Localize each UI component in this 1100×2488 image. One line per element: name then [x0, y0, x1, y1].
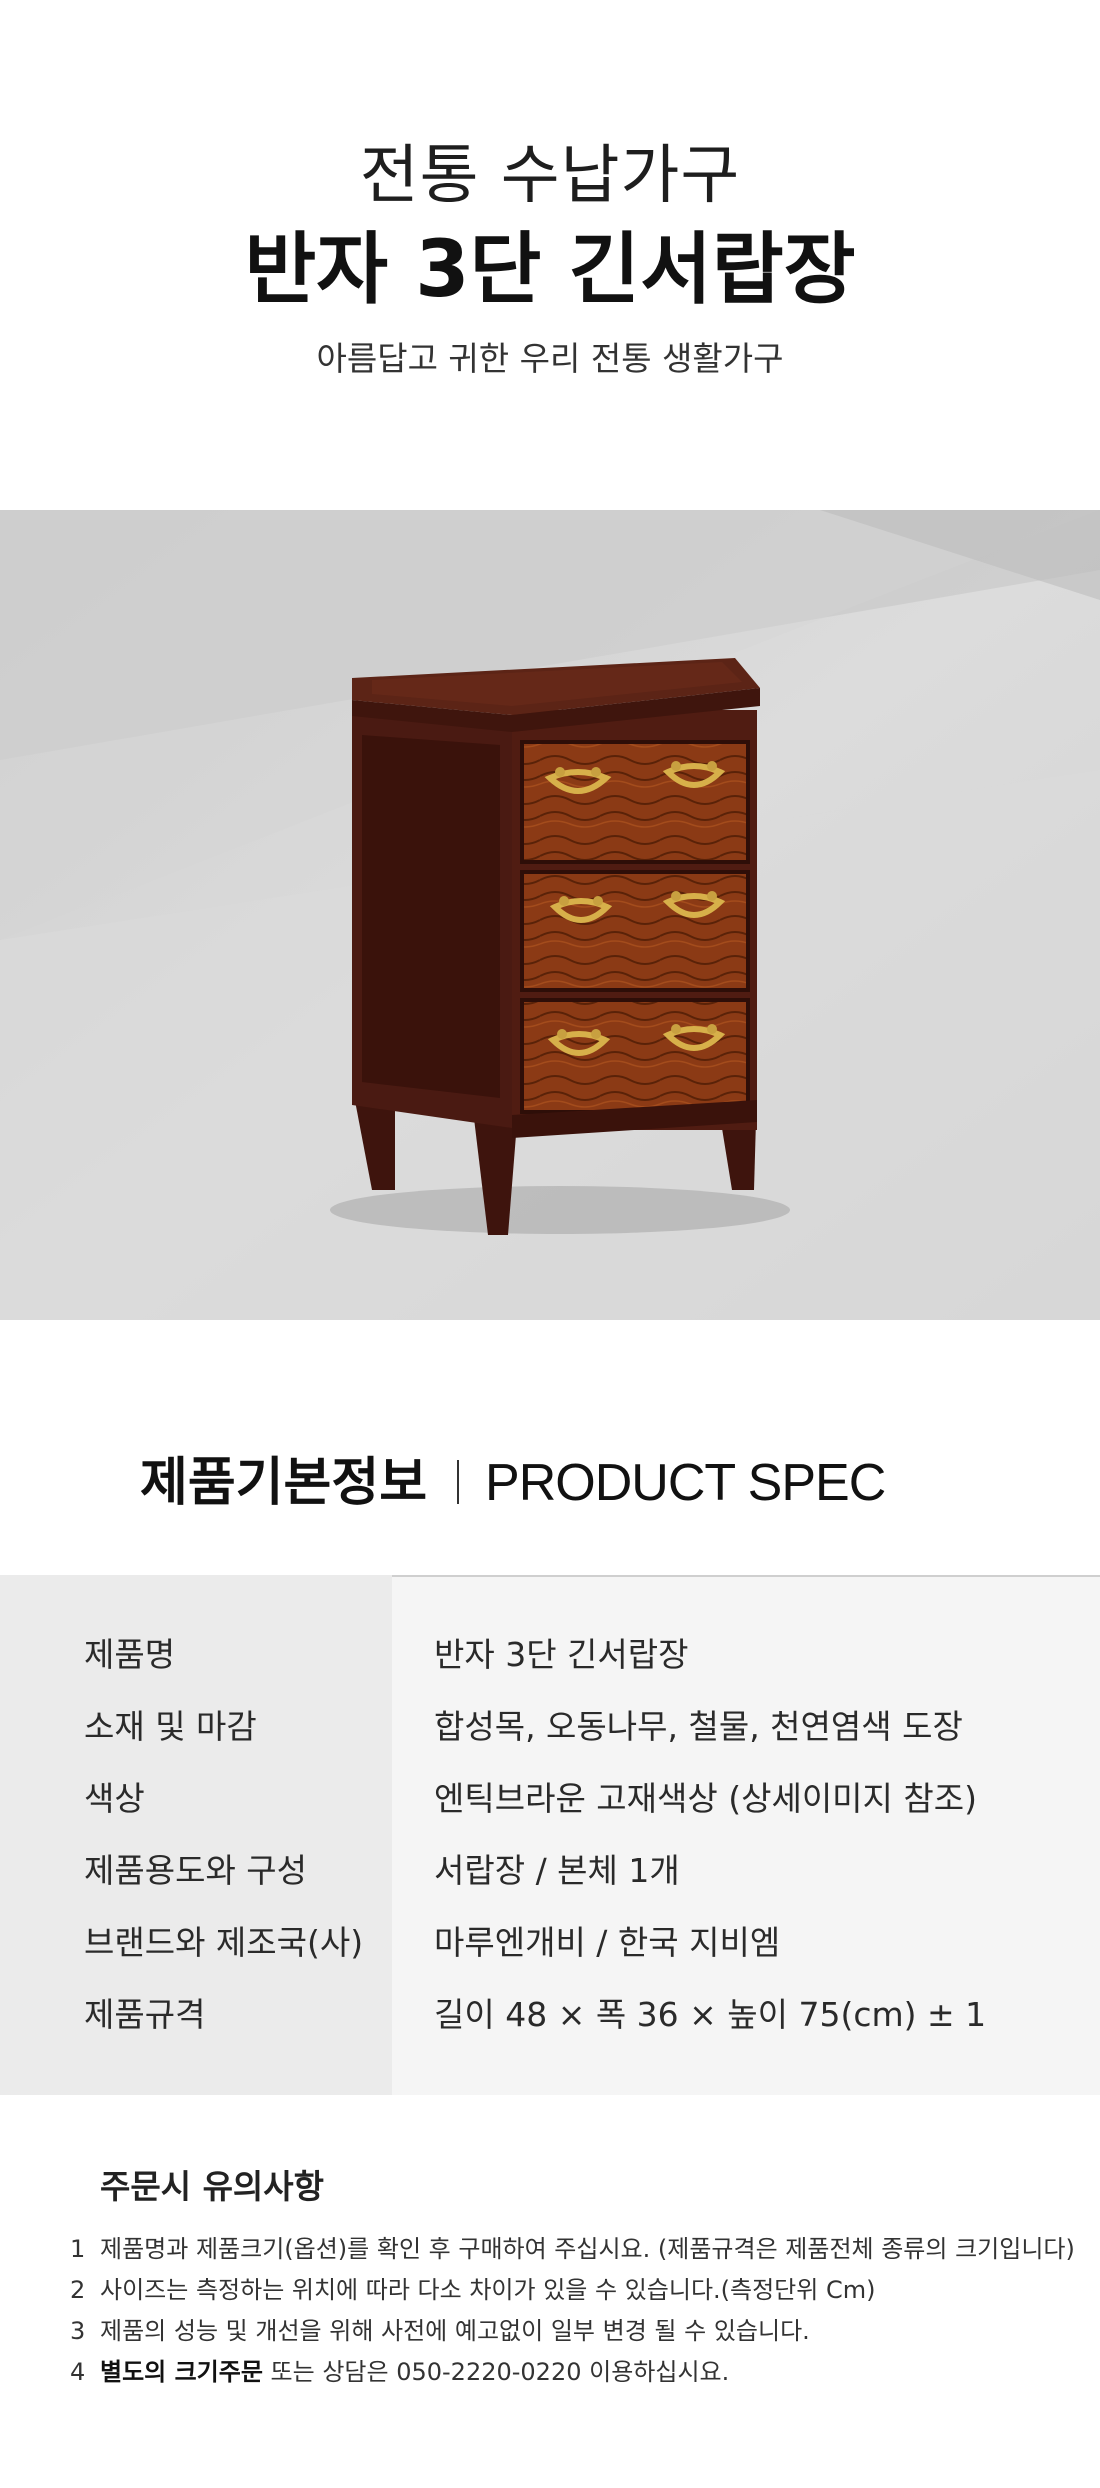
spec-label: 제품용도와 구성: [84, 1851, 308, 1890]
product-detail-page: 전통 수납가구 반자 3단 긴서랍장 아름답고 귀한 우리 전통 생활가구 제품…: [0, 0, 1100, 2488]
order-note-item: 1 제품명과 제품크기(옵션)를 확인 후 구매하여 주십시요. (제품규격은 제…: [70, 2229, 1075, 2264]
note-number: 4: [70, 2358, 86, 2386]
order-note-item: 2 사이즈는 측정하는 위치에 따라 다소 차이가 있을 수 있습니다.(측정단위…: [70, 2270, 875, 2305]
note-text: 또는 상담은 050-2220-0220 이용하십시요.: [262, 2358, 730, 2386]
spec-label: 소재 및 마감: [84, 1707, 257, 1746]
spec-heading-en: PRODUCT SPEC: [485, 1454, 886, 1512]
spec-heading-ko: 제품기본정보: [140, 1453, 428, 1513]
spec-row-size: 제품규격 길이 48 × 폭 36 × 높이 75(cm) ± 1: [0, 1985, 1100, 2045]
order-note-item: 3 제품의 성능 및 개선을 위해 사전에 예고없이 일부 변경 될 수 있습니다…: [70, 2311, 810, 2346]
spec-heading: 제품기본정보 PRODUCT SPEC: [140, 1440, 886, 1515]
spec-row-brand: 브랜드와 제조국(사) 마루엔개비 / 한국 지비엠: [0, 1913, 1100, 1973]
product-photo: [0, 510, 1100, 1320]
note-number: 1: [70, 2235, 86, 2263]
spec-value: 길이 48 × 폭 36 × 높이 75(cm) ± 1: [434, 1995, 987, 2034]
page-title: 전통 수납가구: [359, 139, 741, 213]
spec-label: 제품명: [84, 1635, 176, 1674]
product-name-title: 반자 3단 긴서랍장: [244, 225, 856, 315]
note-text: 제품명과 제품크기(옵션)를 확인 후 구매하여 주십시요. (제품규격은 제품…: [100, 2235, 1075, 2263]
spec-label: 색상: [84, 1779, 145, 1818]
note-text: 제품의 성능 및 개선을 위해 사전에 예고없이 일부 변경 될 수 있습니다.: [100, 2317, 810, 2345]
note-emphasis: 별도의 크기주문: [100, 2358, 263, 2386]
spec-value: 반자 3단 긴서랍장: [434, 1635, 689, 1674]
order-notes-title: 주문시 유의사항: [100, 2167, 325, 2206]
note-number: 3: [70, 2317, 86, 2345]
note-number: 2: [70, 2276, 86, 2304]
spec-label: 브랜드와 제조국(사): [84, 1923, 364, 1962]
spec-row-material: 소재 및 마감 합성목, 오동나무, 철물, 천연염색 도장: [0, 1697, 1100, 1757]
spec-row-usage: 제품용도와 구성 서랍장 / 본체 1개: [0, 1841, 1100, 1901]
order-note-item: 4 별도의 크기주문 또는 상담은 050-2220-0220 이용하십시요.: [70, 2352, 729, 2387]
spec-table: 제품명 반자 3단 긴서랍장 소재 및 마감 합성목, 오동나무, 철물, 천연…: [0, 1575, 1100, 2095]
spec-label: 제품규격: [84, 1995, 206, 2034]
spec-row-name: 제품명 반자 3단 긴서랍장: [0, 1625, 1100, 1685]
spec-value: 서랍장 / 본체 1개: [434, 1851, 680, 1890]
spec-heading-divider: [457, 1460, 460, 1504]
page-subtitle: 아름답고 귀한 우리 전통 생활가구: [316, 339, 784, 378]
spec-value: 합성목, 오동나무, 철물, 천연염색 도장: [434, 1707, 963, 1746]
spec-value: 엔틱브라운 고재색상 (상세이미지 참조): [434, 1779, 977, 1818]
spec-row-color: 색상 엔틱브라운 고재색상 (상세이미지 참조): [0, 1769, 1100, 1829]
spec-value: 마루엔개비 / 한국 지비엠: [434, 1923, 781, 1962]
note-text: 사이즈는 측정하는 위치에 따라 다소 차이가 있을 수 있습니다.(측정단위 …: [100, 2276, 876, 2304]
